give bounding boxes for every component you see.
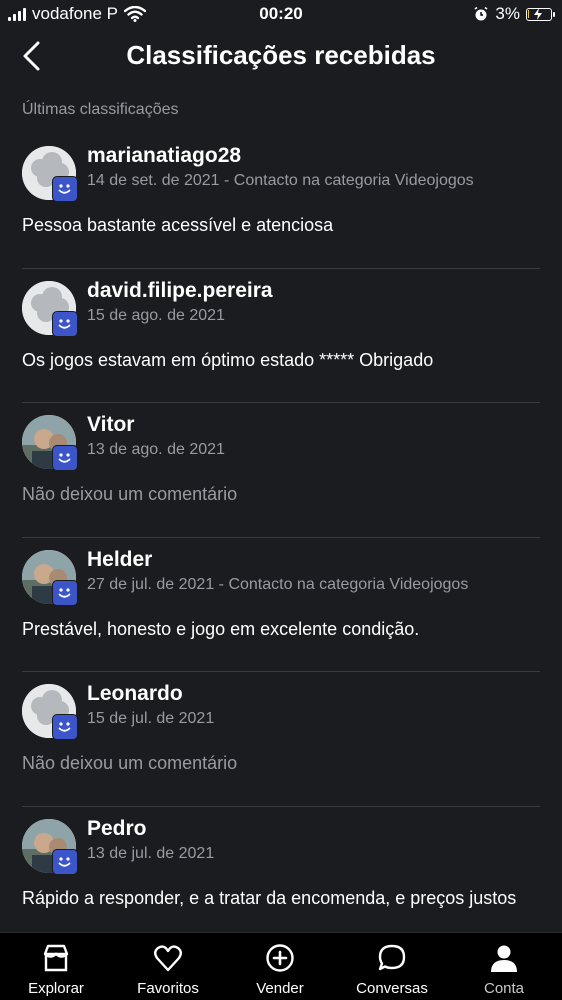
review-item: Vitor 13 de ago. de 2021 Não deixou um c… (0, 403, 562, 538)
tab-vender[interactable]: Vender (224, 933, 336, 1000)
review-item: marianatiago28 14 de set. de 2021 - Cont… (0, 134, 562, 269)
battery-fill (528, 9, 529, 18)
review-item: david.filipe.pereira 15 de ago. de 2021 … (0, 269, 562, 403)
tab-conversas[interactable]: Conversas (336, 933, 448, 1000)
tab-label: Explorar (28, 980, 84, 997)
battery-icon (526, 7, 555, 21)
heart-icon (154, 945, 182, 972)
review-username[interactable]: Helder (87, 548, 152, 572)
review-username[interactable]: Vitor (87, 413, 134, 437)
battery-percent: 3% (495, 4, 520, 23)
review-comment: Não deixou um comentário (22, 753, 238, 773)
reviews-list: marianatiago28 14 de set. de 2021 - Cont… (0, 134, 562, 941)
chat-bubble-icon (378, 944, 406, 971)
status-right: 3% (473, 4, 555, 24)
smiley-badge-icon (52, 579, 78, 606)
smiley-badge-icon (52, 714, 78, 740)
tab-label: Favoritos (137, 980, 199, 997)
review-comment: Não deixou um comentário (22, 484, 238, 504)
store-icon (43, 944, 69, 972)
tab-explorar[interactable]: Explorar (0, 933, 112, 1000)
review-username[interactable]: david.filipe.pereira (87, 279, 273, 303)
review-username[interactable]: Pedro (87, 817, 147, 841)
review-meta: 15 de ago. de 2021 (87, 306, 225, 324)
review-username[interactable]: Leonardo (87, 682, 183, 706)
page-title: Classificações recebidas (126, 40, 436, 70)
review-meta: 13 de jul. de 2021 (87, 844, 215, 862)
review-meta: 27 de jul. de 2021 - Contacto na categor… (87, 575, 469, 593)
review-item: Pedro 13 de jul. de 2021 Rápido a respon… (0, 807, 562, 941)
smiley-badge-icon (52, 445, 78, 471)
tab-label: Conversas (356, 980, 428, 997)
review-comment: Prestável, honesto e jogo em excelente c… (22, 618, 420, 639)
review-item: Helder 27 de jul. de 2021 - Contacto na … (0, 538, 562, 672)
header: Classificações recebidas (0, 30, 562, 82)
tab-bar: Explorar Favoritos Vender Conversas Cont… (0, 932, 562, 1000)
review-meta: 13 de ago. de 2021 (87, 441, 225, 458)
review-username[interactable]: marianatiago28 (87, 144, 241, 168)
tab-label: Vender (256, 980, 304, 997)
tab-conta[interactable]: Conta (448, 933, 560, 1000)
review-comment: Rápido a responder, e a tratar da encome… (22, 887, 517, 908)
tab-label: Conta (483, 980, 525, 997)
review-meta: 14 de set. de 2021 - Contacto na categor… (87, 172, 474, 189)
person-icon (491, 945, 517, 972)
plus-circle-icon (266, 944, 294, 972)
review-comment: Pessoa bastante acessível e atenciosa (22, 215, 334, 235)
alarm-icon (474, 6, 488, 21)
status-bar: vodafone P 00:20 3% (0, 0, 562, 30)
review-meta: 15 de jul. de 2021 (87, 710, 215, 727)
review-item: Leonardo 15 de jul. de 2021 Não deixou u… (0, 672, 562, 807)
smiley-badge-icon (52, 176, 78, 202)
tab-favoritos[interactable]: Favoritos (112, 933, 224, 1000)
section-label: Últimas classificações (22, 101, 179, 118)
smiley-badge-icon (52, 848, 78, 875)
review-comment: Os jogos estavam em óptimo estado ***** … (22, 349, 434, 370)
smiley-badge-icon (52, 310, 78, 337)
